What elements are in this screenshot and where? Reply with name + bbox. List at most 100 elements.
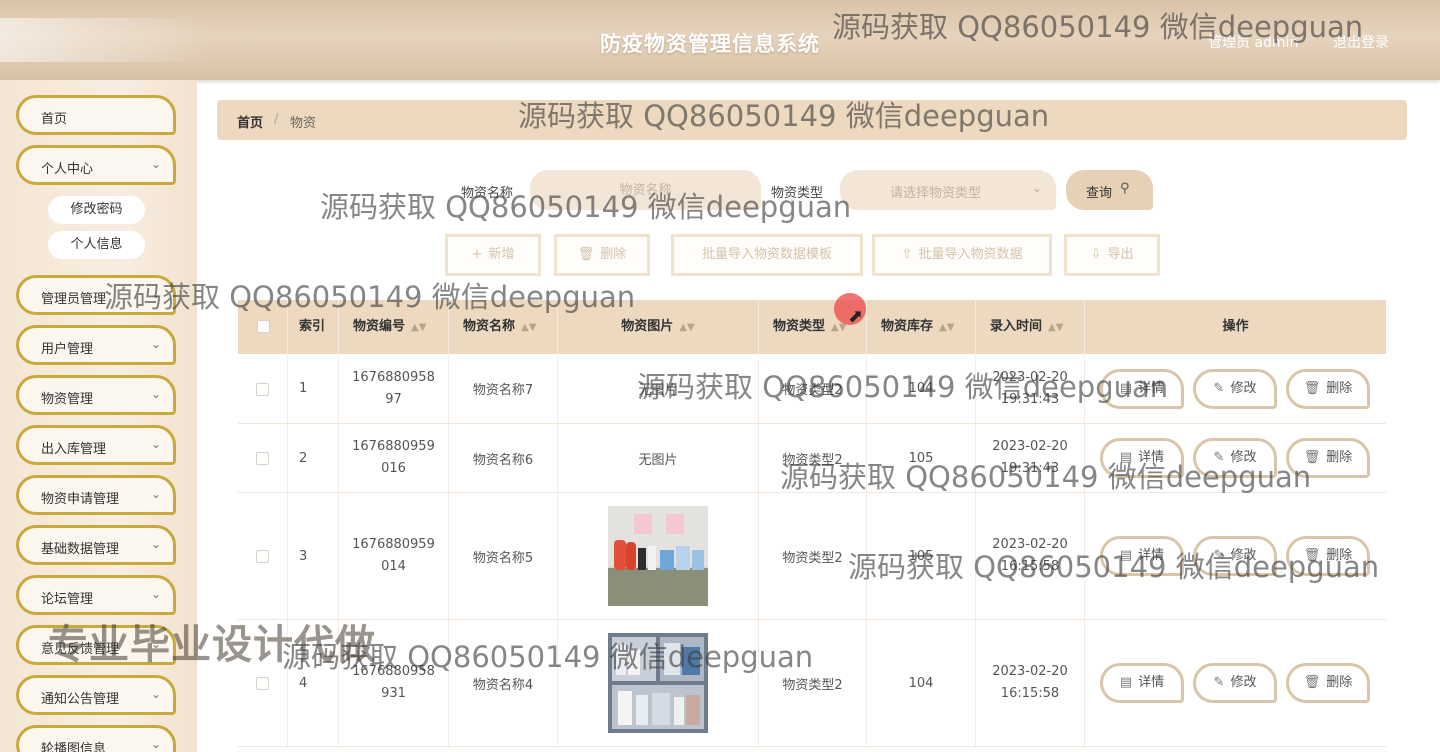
column-header-name[interactable]: 物资名称 ▲▼	[449, 300, 558, 354]
detail-button[interactable]: ▤ 详情	[1100, 536, 1184, 576]
chevron-down-icon: ⌄	[150, 437, 161, 451]
delete-button[interactable]: 🗑 删除	[1286, 663, 1370, 703]
sidebar-item-label: 出入库管理	[41, 442, 107, 457]
type-select[interactable]: 请选择物资类型 ⌄	[840, 170, 1056, 210]
column-header-label: 物资名称	[463, 319, 516, 334]
row-checkbox[interactable]	[256, 677, 269, 690]
detail-button[interactable]: ▤ 详情	[1100, 438, 1184, 478]
operations-cell: ▤ 详情 ✎ 修改 🗑 删除	[1085, 424, 1386, 492]
detail-label: 详情	[1138, 450, 1165, 465]
time-part: 19:31:43	[1000, 391, 1060, 407]
chevron-down-icon: ⌄	[150, 537, 161, 551]
date-part: 2023-02-20	[992, 664, 1068, 679]
code-part: 1676880958	[352, 369, 435, 385]
import-template-button[interactable]: 批量导入物资数据模板	[671, 234, 863, 276]
detail-button[interactable]: ▤ 详情	[1100, 369, 1184, 409]
search-icon: ⚲	[1120, 181, 1130, 196]
code-part: 1676880959	[352, 537, 435, 552]
name-search-input[interactable]	[530, 170, 761, 210]
column-header-stock[interactable]: 物资库存 ▲▼	[867, 300, 976, 354]
sidebar-item-request-management[interactable]: 物资申请管理 ⌄	[16, 475, 176, 515]
sidebar-item-home[interactable]: 首页	[16, 95, 176, 135]
type-select-placeholder: 请选择物资类型	[890, 186, 982, 201]
code-part: 97	[385, 391, 402, 407]
app-title: 防疫物资管理信息系统	[600, 32, 820, 56]
table-row: 4 1676880958 931 物资名称4 物资类型2 104 2023-02…	[238, 620, 1386, 747]
edit-icon: ✎	[1213, 450, 1225, 465]
sidebar-item-forum[interactable]: 论坛管理 ⌄	[16, 575, 176, 615]
add-button[interactable]: + 新增	[445, 234, 541, 276]
time-part: 16:15:58	[1000, 559, 1060, 574]
row-checkbox[interactable]	[256, 452, 269, 465]
name-cell: 物资名称5	[449, 493, 558, 619]
sort-icon: ▲▼	[831, 322, 847, 333]
date-part: 2023-02-20	[992, 537, 1068, 552]
supplies-photo[interactable]	[608, 633, 708, 733]
sidebar-subitem-change-password[interactable]: 修改密码	[48, 196, 145, 224]
sidebar: 首页 个人中心 ⌄ 修改密码 个人信息 管理员管理 ⌄ 用户管理 ⌄ 物资管理 …	[0, 80, 197, 752]
breadcrumb: 首页 / 物资	[217, 100, 1407, 140]
edit-icon: ✎	[1213, 548, 1225, 563]
sidebar-item-label: 轮播图信息	[41, 742, 107, 752]
trash-icon: 🗑	[1303, 381, 1321, 396]
chevron-down-icon: ⌄	[150, 337, 161, 351]
sidebar-item-carousel[interactable]: 轮播图信息 ⌄	[16, 725, 176, 752]
sidebar-item-inout-management[interactable]: 出入库管理 ⌄	[16, 425, 176, 465]
edit-icon: ✎	[1213, 381, 1225, 396]
edit-button[interactable]: ✎ 修改	[1193, 369, 1277, 409]
column-header-image[interactable]: 物资图片 ▲▼	[558, 300, 759, 354]
detail-label: 详情	[1138, 548, 1165, 563]
query-button[interactable]: 查询 ⚲	[1066, 170, 1153, 210]
sidebar-subitem-personal-info[interactable]: 个人信息	[48, 231, 145, 259]
image-cell: 无图片	[558, 424, 759, 492]
document-icon: ▤	[1119, 450, 1133, 465]
delete-button[interactable]: 🗑 删除	[1286, 536, 1370, 576]
row-checkbox[interactable]	[256, 550, 269, 563]
code-part: 014	[381, 559, 406, 574]
edit-button[interactable]: ✎ 修改	[1193, 663, 1277, 703]
breadcrumb-separator: /	[274, 112, 279, 127]
column-header-type[interactable]: 物资类型 ▲▼	[759, 300, 867, 354]
name-filter-label: 物资名称	[461, 186, 514, 201]
row-checkbox[interactable]	[256, 383, 269, 396]
time-cell: 2023-02-20 19:31:43	[976, 424, 1085, 492]
code-part: 016	[381, 461, 406, 476]
sidebar-item-feedback[interactable]: 意见反馈管理 ⌄	[16, 625, 176, 665]
sidebar-item-notice[interactable]: 通知公告管理 ⌄	[16, 675, 176, 715]
delete-label: 删除	[1326, 675, 1353, 690]
sidebar-item-personal-center[interactable]: 个人中心 ⌄	[16, 145, 176, 185]
logout-link[interactable]: 退出登录	[1333, 32, 1389, 52]
column-header-code[interactable]: 物资编号 ▲▼	[339, 300, 449, 354]
supplies-photo[interactable]	[608, 506, 708, 606]
chevron-down-icon: ⌄	[150, 387, 161, 401]
edit-button[interactable]: ✎ 修改	[1193, 536, 1277, 576]
stock-cell: 105	[867, 424, 976, 492]
sidebar-item-supplies-management[interactable]: 物资管理 ⌄	[16, 375, 176, 415]
export-button[interactable]: ⇩ 导出	[1064, 234, 1160, 276]
column-header-operations: 操作	[1085, 300, 1386, 354]
delete-button[interactable]: 🗑 删除	[1286, 438, 1370, 478]
delete-button[interactable]: 🗑 删除	[1286, 369, 1370, 409]
sidebar-item-admin-management[interactable]: 管理员管理 ⌄	[16, 275, 176, 315]
sidebar-item-user-management[interactable]: 用户管理 ⌄	[16, 325, 176, 365]
detail-button[interactable]: ▤ 详情	[1100, 663, 1184, 703]
import-data-button[interactable]: ⇧ 批量导入物资数据	[872, 234, 1052, 276]
select-all-checkbox[interactable]	[257, 320, 270, 333]
row-select-cell	[238, 354, 288, 423]
column-header-time[interactable]: 录入时间 ▲▼	[976, 300, 1085, 354]
time-cell: 2023-02-20 16:15:58	[976, 493, 1085, 619]
current-user: 管理员 admin	[1208, 35, 1299, 51]
chevron-down-icon: ⌄	[150, 637, 161, 651]
edit-button[interactable]: ✎ 修改	[1193, 438, 1277, 478]
code-cell: 1676880959 014	[339, 493, 449, 619]
batch-delete-button[interactable]: 🗑 删除	[554, 234, 650, 276]
code-cell: 1676880958 97	[339, 354, 449, 423]
breadcrumb-home[interactable]: 首页	[237, 112, 263, 131]
sort-icon: ▲▼	[521, 322, 537, 333]
sidebar-item-base-data[interactable]: 基础数据管理 ⌄	[16, 525, 176, 565]
chevron-down-icon: ⌄	[150, 287, 161, 301]
sidebar-item-label: 通知公告管理	[41, 692, 120, 707]
image-cell	[558, 620, 759, 746]
export-label: 导出	[1107, 247, 1134, 262]
sidebar-item-label: 物资管理	[41, 392, 94, 407]
